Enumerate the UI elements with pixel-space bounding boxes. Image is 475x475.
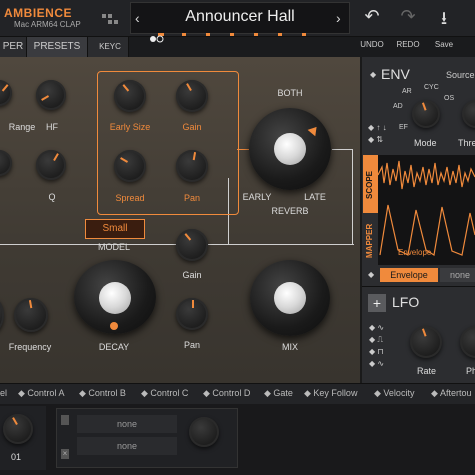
mod-target-1[interactable]: none [77,415,177,433]
decay-knob[interactable] [74,260,156,334]
spread-knob[interactable] [114,150,146,182]
early-size-label: Early Size [109,122,151,132]
mix-knob[interactable] [250,260,330,336]
preset-dots [158,33,306,36]
envelope-scope-text: Envelope [398,248,432,257]
gain-label-bottom: Gain [182,270,202,280]
undo-icon[interactable]: ↶ [356,6,388,27]
mode-label: Mode [414,138,437,148]
mode-ad[interactable]: AD [393,103,403,110]
save-button[interactable]: Save [428,40,460,49]
lfo-shape-icons[interactable]: ◆ ∿ ◆ ⎍ ◆ ⊓ ◆ ∿ [369,322,384,370]
mod-source-control-c[interactable]: ◆ Control C [141,388,188,399]
modulation-source-bar: el ◆ Control A ◆ Control B ◆ Control C ◆… [0,383,475,404]
mix-label: MIX [281,342,298,352]
rate-label: Rate [417,366,437,376]
tab-bar: PER PRESETS KEYC [0,37,129,57]
model-selector[interactable]: Small [85,219,145,239]
tab-per[interactable]: PER [0,37,27,57]
hf-label: HF [46,122,58,132]
mod-source-wheel[interactable]: el [0,388,7,398]
envelope-button[interactable]: Envelope [380,268,438,282]
lfo-title: LFO [392,294,420,310]
redo-icon[interactable]: ↷ [392,6,424,27]
tab-presets[interactable]: PRESETS [27,37,88,57]
mod-source-control-b[interactable]: ◆ Control B [79,388,126,399]
connector-line [232,244,354,245]
pan-label-bottom: Pan [183,340,200,350]
mapper-tab-label: MAPPER [365,223,374,259]
mod-target-2[interactable]: none [77,437,177,455]
decay-label: DECAY [98,342,130,352]
bottom-bar: 01 × none none [0,404,475,475]
reverb-knob[interactable] [249,108,331,190]
mod-slot-2-knob[interactable] [189,417,219,447]
source-label: Source [446,70,475,80]
save-icon[interactable]: ⭳ [428,6,460,36]
slot-handle[interactable] [61,415,69,425]
mod-source-control-a[interactable]: ◆ Control A [18,388,64,399]
early-size-knob[interactable] [114,80,146,112]
diamond-icon: ◆ [370,70,377,79]
model-label: MODEL [97,242,130,252]
diamond-icon: ◆ [368,270,375,279]
none-button[interactable]: none [440,268,475,282]
threshold-label: Thre [458,138,475,148]
q-knob[interactable] [36,150,66,180]
gain-knob-top[interactable] [176,80,208,112]
spread-label: Spread [115,193,145,203]
mod-source-velocity[interactable]: ◆ Velocity [374,388,414,399]
tab-keyc[interactable]: KEYC [92,37,129,57]
mod-source-control-d[interactable]: ◆ Control D [203,388,250,399]
close-icon[interactable]: × [61,449,69,459]
add-lfo-icon[interactable]: + [368,294,386,312]
link-icon[interactable] [149,30,165,43]
both-label: BOTH [277,88,303,98]
phase-label: Ph [466,366,475,376]
gain-knob-bottom[interactable] [176,229,208,261]
grid-icon[interactable] [102,14,118,28]
early-label: EARLY [242,192,272,202]
next-preset-button[interactable]: › [336,10,341,26]
frequency-knob[interactable] [14,298,48,332]
frequency-label: Frequency [8,342,52,352]
mode-knob[interactable] [412,100,440,128]
late-label: LATE [304,192,326,202]
pan-knob-top[interactable] [176,150,208,182]
mod-source-gate[interactable]: ◆ Gate [264,388,293,399]
mod-slot-1-knob[interactable] [3,414,33,444]
preset-name[interactable]: Announcer Hall [131,8,349,26]
undo-button[interactable]: UNDO [356,40,388,49]
pan-label-top: Pan [183,193,200,203]
scope-display: Envelope [377,155,475,265]
env-title: ENV [381,66,410,82]
rate-knob[interactable] [410,326,442,358]
mod-slot-1-value: 01 [11,452,22,462]
q-label: Q [48,192,56,202]
connector-line [332,149,353,150]
build-info: Mac ARM64 CLAP [14,20,81,29]
hf-knob[interactable] [36,80,66,110]
pan-knob-bottom[interactable] [176,298,208,330]
app-title: AMBIENCE [4,6,73,20]
redo-button[interactable]: REDO [392,40,424,49]
gain-label-top: Gain [182,122,202,132]
mode-ar[interactable]: AR [402,88,412,95]
mod-slot-2: × none none [56,408,238,468]
env-options-icons[interactable]: ◆ ↑ ↓ ◆ ⇅ [368,122,387,146]
top-bar: AMBIENCE Mac ARM64 CLAP ‹ Announcer Hall… [0,0,475,49]
divider [362,286,475,287]
mod-source-key-follow[interactable]: ◆ Key Follow [304,388,357,399]
mode-cyc[interactable]: CYC [424,84,439,91]
reverb-label: REVERB [271,206,309,216]
mode-ef[interactable]: EF [399,124,408,131]
scope-tab-label: SCOPE [365,171,374,200]
mod-source-aftertouch[interactable]: ◆ Aftertou [431,388,471,399]
mode-os[interactable]: OS [444,95,454,102]
connector-line [352,149,353,245]
